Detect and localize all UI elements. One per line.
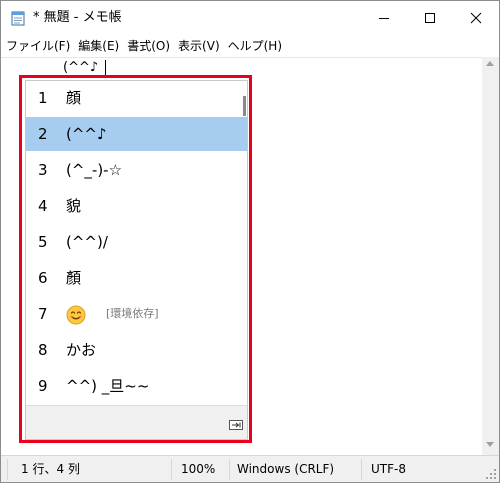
status-line-ending: Windows (CRLF) (237, 462, 335, 476)
status-separator (229, 459, 230, 480)
window-title: * 無題 - メモ帳 (33, 10, 122, 25)
text-caret (105, 60, 106, 76)
menu-view[interactable]: 表示(V) (174, 36, 224, 56)
minimize-button[interactable] (361, 1, 407, 35)
menu-help[interactable]: ヘルプ(H) (224, 36, 286, 56)
scroll-down-arrow-icon[interactable] (486, 442, 494, 447)
menu-bar: ファイル(F) 編集(E) 書式(O) 表示(V) ヘルプ(H) (1, 35, 499, 57)
ime-composition-text: (^^♪ (63, 60, 99, 75)
notepad-window: * 無題 - メモ帳 ファイル(F) 編集(E) 書式(O) 表示(V) ヘルプ… (0, 0, 500, 483)
menu-edit[interactable]: 編集(E) (74, 36, 123, 56)
resize-grip-icon[interactable] (485, 468, 497, 480)
status-cursor-position: 1 行、4 列 (21, 462, 80, 476)
status-zoom: 100% (181, 462, 216, 476)
close-button[interactable] (453, 1, 499, 35)
status-encoding: UTF-8 (371, 462, 406, 476)
menu-format[interactable]: 書式(O) (123, 36, 174, 56)
notepad-app-icon (11, 11, 25, 26)
status-bar: 1 行、4 列 100% Windows (CRLF) UTF-8 (1, 455, 499, 482)
menu-file[interactable]: ファイル(F) (1, 36, 74, 56)
close-icon (470, 12, 482, 24)
status-separator (361, 459, 362, 480)
maximize-icon (425, 13, 435, 23)
minimize-icon (379, 18, 389, 19)
title-bar[interactable]: * 無題 - メモ帳 (1, 1, 499, 35)
status-separator (7, 459, 8, 480)
maximize-button[interactable] (407, 1, 453, 35)
editor-vertical-scrollbar[interactable] (482, 57, 499, 455)
status-separator (171, 459, 172, 480)
red-highlight-frame (19, 75, 252, 443)
scroll-up-arrow-icon[interactable] (486, 61, 494, 66)
